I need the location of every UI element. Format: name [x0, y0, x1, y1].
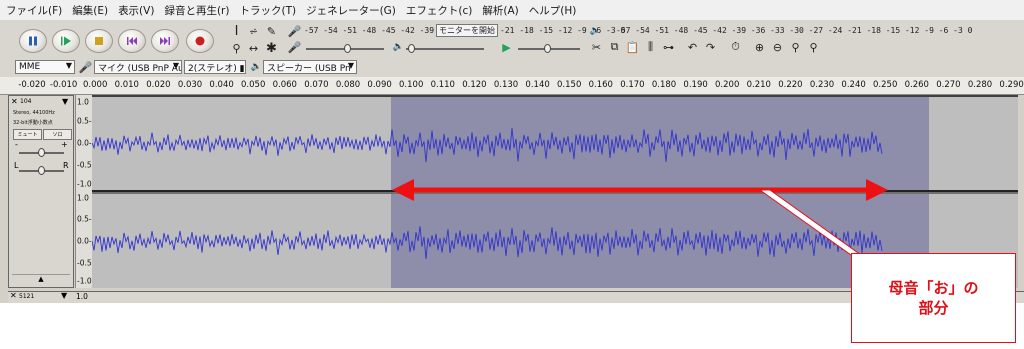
callout-pointer	[758, 189, 863, 256]
callout-line-2: 部分	[918, 299, 949, 317]
vowel-o-callout: 母音「お」の 部分	[851, 253, 1016, 343]
arrow-head-right-icon	[866, 179, 888, 201]
arrow-head-left-icon	[392, 179, 414, 201]
callout-line-1: 母音「お」の	[888, 278, 979, 297]
